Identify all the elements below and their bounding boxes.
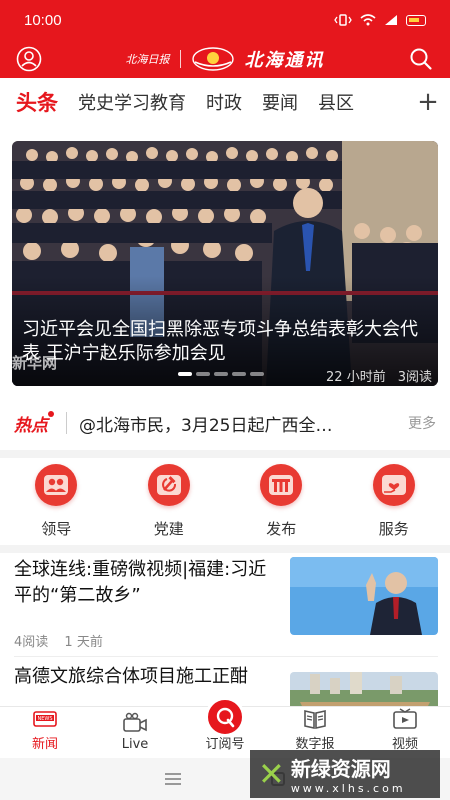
hot-more-link[interactable]: 更多	[408, 413, 436, 433]
tab-party-history[interactable]: 党史学习教育	[78, 89, 186, 115]
section-divider	[0, 545, 450, 553]
news-thumbnail[interactable]	[290, 557, 438, 635]
banner-time: 22 小时前	[326, 370, 386, 385]
hot-divider	[66, 412, 67, 434]
wifi-icon	[360, 14, 376, 26]
add-channel-button[interactable]: +	[406, 80, 450, 124]
news-title[interactable]: 全球连线:重磅微视频|福建:习近平的“第二故乡”	[14, 557, 276, 609]
tab-county[interactable]: 县区	[318, 89, 354, 115]
site-watermark: ✕ 新绿资源网 www.xlhs.com	[250, 750, 440, 798]
tabbar-item-news[interactable]: NEWS 新闻	[0, 707, 90, 758]
news-thumbnail-image	[290, 557, 438, 635]
carousel-dot	[196, 372, 210, 376]
quick-link-label: 服务	[378, 520, 409, 538]
news-item[interactable]: 全球连线:重磅微视频|福建:习近平的“第二故乡” 4阅读 1 天前	[0, 553, 450, 657]
tab-politics[interactable]: 时政	[206, 89, 242, 115]
people-icon	[35, 464, 78, 506]
news-icon: NEWS	[32, 708, 58, 730]
podium-icon	[260, 464, 303, 506]
app-header: 北海日报 北海通讯	[0, 40, 450, 78]
quick-links: 领导 党建 发布 服务	[0, 464, 450, 544]
book-icon	[302, 708, 328, 730]
news-thumbnail[interactable]	[290, 672, 438, 706]
hot-text[interactable]: @北海市民，3月25日起广西全…	[79, 411, 398, 436]
brand-separator	[179, 50, 181, 68]
status-time: 10:00	[24, 11, 62, 29]
video-camera-icon	[122, 712, 148, 734]
status-icons	[334, 14, 426, 26]
news-meta: 4阅读 1 天前	[14, 631, 103, 650]
search-icon[interactable]	[406, 44, 436, 74]
news-thumbnail-image	[290, 672, 438, 706]
hot-label: 热点	[14, 410, 54, 436]
tab-headline[interactable]: 头条	[16, 87, 58, 117]
news-divider	[14, 656, 438, 657]
brand-logo-icon	[191, 47, 234, 71]
menu-icon[interactable]	[165, 773, 181, 785]
status-bar: 10:00	[0, 0, 450, 40]
news-title[interactable]: 高德文旅综合体项目施工正酣	[14, 664, 276, 690]
watermark-name: 新绿资源网	[290, 757, 391, 781]
banner-reads: 3阅读	[397, 370, 432, 385]
user-profile-icon[interactable]	[14, 44, 44, 74]
subscribe-icon	[205, 697, 245, 737]
tabbar-label: Live	[121, 737, 149, 752]
news-badge: NEWS	[37, 716, 52, 722]
watermark-logo-icon: ✕	[258, 755, 285, 793]
quick-link-service[interactable]: 服务	[338, 464, 450, 544]
quick-link-label: 发布	[266, 520, 297, 538]
quick-link-leaders[interactable]: 领导	[0, 464, 113, 544]
brand-main-title: 北海通讯	[244, 50, 325, 71]
hammer-sickle-icon	[147, 464, 190, 506]
carousel-dot	[250, 372, 264, 376]
brand: 北海日报 北海通讯	[44, 46, 406, 72]
news-time: 1 天前	[64, 635, 103, 650]
carousel-indicator	[178, 372, 264, 376]
play-icon	[392, 708, 418, 730]
tab-key-news[interactable]: 要闻	[262, 89, 298, 115]
quick-link-party[interactable]: 党建	[113, 464, 226, 544]
channel-tabs: 头条 党史学习教育 时政 要闻 县区	[0, 80, 450, 124]
vibrate-icon	[334, 14, 352, 26]
news-reads: 4阅读	[14, 635, 49, 650]
brand-small-title: 北海日报	[125, 53, 170, 66]
banner-title[interactable]: 习近平会见全国扫黑除恶专项斗争总结表彰大会代表 王沪宁赵乐际参加会见	[22, 318, 428, 366]
watermark-url: www.xlhs.com	[290, 782, 406, 795]
quick-link-release[interactable]: 发布	[225, 464, 338, 544]
hand-heart-icon	[372, 464, 415, 506]
carousel-dot	[178, 372, 192, 376]
hot-news-ticker[interactable]: 热点 @北海市民，3月25日起广西全… 更多	[0, 400, 450, 446]
tabbar-item-live[interactable]: Live	[90, 707, 180, 758]
banner-watermark: 新华网	[12, 354, 58, 372]
quick-link-label: 领导	[41, 520, 72, 538]
quick-link-label: 党建	[153, 520, 184, 538]
banner-meta: 22 小时前 3阅读	[326, 366, 432, 385]
section-divider	[0, 450, 450, 458]
battery-icon	[406, 14, 426, 26]
tabbar-label: 新闻	[31, 737, 58, 752]
carousel-dot	[214, 372, 228, 376]
signal-icon	[385, 15, 397, 25]
carousel-dot	[232, 372, 246, 376]
